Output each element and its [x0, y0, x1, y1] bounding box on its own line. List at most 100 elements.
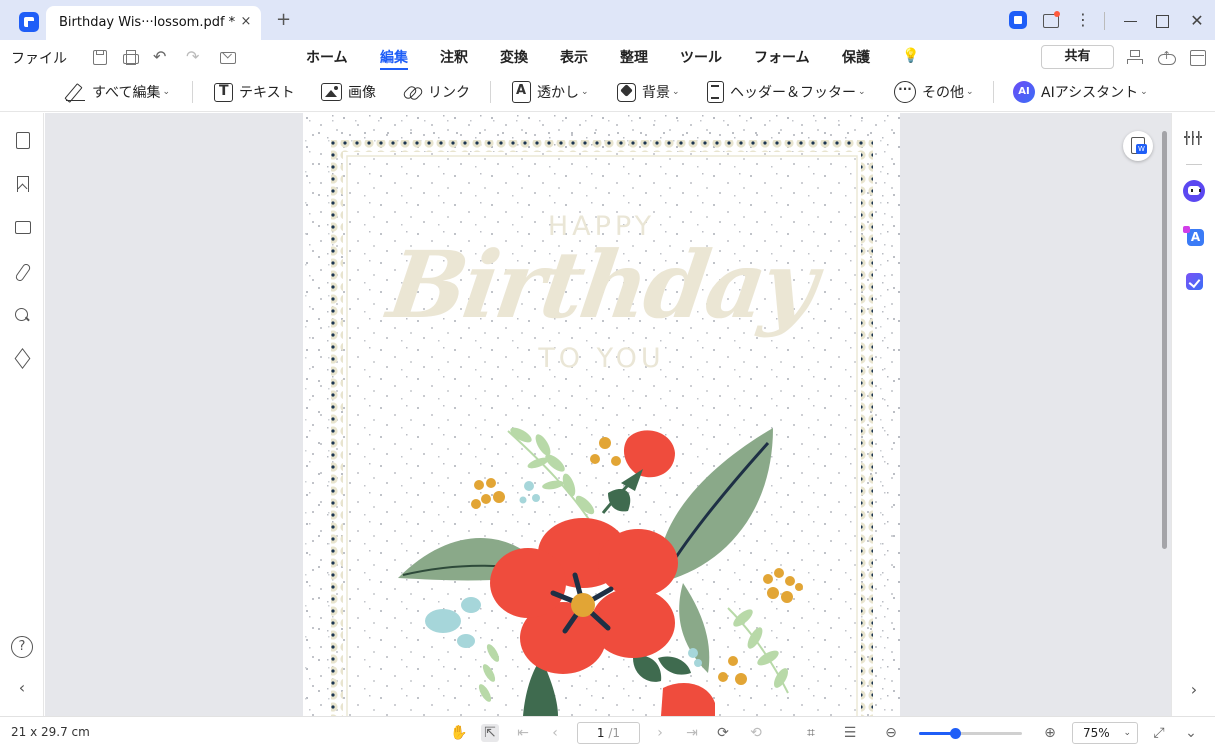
- last-page-icon[interactable]: ⇥: [683, 724, 701, 742]
- mail-icon[interactable]: [218, 48, 236, 66]
- fit-page-icon[interactable]: ⌗: [802, 724, 820, 742]
- more-options-icon[interactable]: ⌄: [1182, 724, 1200, 742]
- rotate-right-icon[interactable]: ⟲: [747, 724, 765, 742]
- convert-to-word-icon[interactable]: [1123, 131, 1153, 161]
- card-birthday-text[interactable]: Birthday: [303, 231, 900, 339]
- task-check-icon[interactable]: [1183, 270, 1205, 292]
- text-label: テキスト: [239, 85, 295, 101]
- zoom-out-icon[interactable]: ⊖: [882, 724, 900, 742]
- tab-form[interactable]: フォーム: [754, 47, 810, 67]
- edit-ribbon: すべて編集 ⌄ テキスト 画像 リンク 透かし ⌄ 背景 ⌄ ヘッダー＆フッター…: [0, 72, 1215, 112]
- chevron-down-icon: ⌄: [858, 87, 866, 97]
- zoom-slider-knob[interactable]: [950, 728, 962, 739]
- collapse-icon[interactable]: [1188, 48, 1206, 66]
- new-tab-icon[interactable]: +: [276, 10, 291, 30]
- attachment-icon[interactable]: [13, 263, 31, 281]
- document-canvas[interactable]: HAPPY Birthday TO YOU: [45, 113, 1171, 716]
- bulb-icon[interactable]: 💡: [902, 48, 919, 64]
- window-controls-divider: [1104, 12, 1105, 30]
- bookmark-icon[interactable]: [13, 175, 31, 193]
- undo-icon[interactable]: ↶: [153, 48, 171, 66]
- cloud-upload-icon[interactable]: [1157, 48, 1176, 66]
- active-tab-indicator: [380, 68, 408, 70]
- minimize-button[interactable]: [1120, 10, 1142, 32]
- next-page-icon[interactable]: ›: [651, 724, 669, 742]
- vertical-scrollbar[interactable]: [1162, 131, 1167, 549]
- ribbon-divider: [993, 81, 994, 103]
- maximize-button[interactable]: [1151, 10, 1173, 32]
- pdf-page[interactable]: HAPPY Birthday TO YOU: [303, 113, 900, 716]
- fullscreen-icon[interactable]: ⤢: [1150, 724, 1168, 742]
- rotate-icon[interactable]: ⟳: [714, 724, 732, 742]
- page-layout-icon[interactable]: ☰: [841, 724, 859, 742]
- tab-protect[interactable]: 保護: [842, 47, 870, 67]
- page-size-readout: 21 x 29.7 cm: [11, 725, 90, 739]
- zoom-value: 75%: [1083, 726, 1110, 740]
- link-icon: [402, 82, 422, 102]
- image-label: 画像: [348, 85, 376, 101]
- redo-icon[interactable]: ↷: [186, 48, 204, 66]
- chevron-right-icon[interactable]: ›: [1183, 679, 1205, 701]
- add-image-button[interactable]: 画像: [321, 79, 376, 105]
- text-icon: [214, 82, 233, 102]
- status-bar: 21 x 29.7 cm ✋ ⇱ ⇤ ‹ 1 /1 › ⇥ ⟳ ⟲ ⌗ ☰ ⊖ …: [0, 716, 1215, 747]
- layers-icon[interactable]: [13, 350, 31, 368]
- add-link-button[interactable]: リンク: [402, 79, 470, 105]
- tab-edit[interactable]: 編集: [380, 47, 408, 67]
- message-icon[interactable]: [1040, 10, 1062, 32]
- chevron-down-icon: ⌄: [966, 87, 974, 97]
- ribbon-divider: [490, 81, 491, 103]
- kebab-icon[interactable]: ⋮: [1072, 10, 1094, 32]
- zoom-in-icon[interactable]: ⊕: [1041, 724, 1059, 742]
- zoom-slider[interactable]: [919, 728, 1022, 739]
- edit-all-icon: [66, 82, 86, 102]
- close-button[interactable]: ✕: [1186, 10, 1208, 32]
- previous-page-icon[interactable]: ‹: [546, 724, 564, 742]
- card-to-you-text[interactable]: TO YOU: [303, 343, 900, 374]
- tab-close-icon[interactable]: ×: [239, 15, 253, 29]
- tab-annotate[interactable]: 注釈: [440, 47, 468, 67]
- chevron-left-icon[interactable]: ‹: [13, 679, 31, 697]
- more-button[interactable]: ··· その他 ⌄: [894, 79, 974, 105]
- hand-tool-icon[interactable]: ✋: [450, 724, 468, 742]
- more-icon: ···: [894, 81, 916, 103]
- document-tab[interactable]: Birthday Wis···lossom.pdf * ×: [46, 6, 261, 40]
- tab-view[interactable]: 表示: [560, 47, 588, 67]
- page-number-input[interactable]: 1 /1: [577, 722, 640, 744]
- search-icon[interactable]: [13, 306, 31, 324]
- image-icon: [321, 83, 342, 101]
- page-thumbnails-icon[interactable]: [13, 131, 31, 149]
- tab-convert[interactable]: 変換: [500, 47, 528, 67]
- total-pages: /1: [608, 726, 621, 740]
- title-bar: Birthday Wis···lossom.pdf * × + ⋮ ✕: [0, 0, 1215, 40]
- zoom-select[interactable]: 75% ⌄: [1072, 722, 1138, 744]
- document-tab-title: Birthday Wis···lossom.pdf *: [59, 15, 236, 30]
- tab-home[interactable]: ホーム: [306, 47, 348, 67]
- file-menu[interactable]: ファイル: [11, 48, 67, 68]
- watermark-icon: [512, 81, 531, 103]
- print-icon[interactable]: [121, 48, 139, 66]
- ai-assistant-button[interactable]: AI AIアシスタント ⌄: [1013, 79, 1148, 105]
- chevron-down-icon: ⌄: [162, 87, 171, 97]
- org-icon[interactable]: [1125, 48, 1143, 66]
- comment-icon[interactable]: [13, 219, 31, 237]
- header-footer-icon: [707, 81, 724, 103]
- translate-icon[interactable]: [1183, 226, 1205, 248]
- ai-robot-icon[interactable]: [1183, 180, 1205, 202]
- save-icon[interactable]: [90, 48, 108, 66]
- share-button[interactable]: 共有: [1041, 45, 1114, 69]
- watermark-button[interactable]: 透かし ⌄: [512, 79, 589, 105]
- header-footer-button[interactable]: ヘッダー＆フッター ⌄: [707, 79, 866, 105]
- tab-tools[interactable]: ツール: [680, 47, 722, 67]
- background-button[interactable]: 背景 ⌄: [617, 79, 680, 105]
- chevron-down-icon: ⌄: [1123, 728, 1131, 738]
- help-icon[interactable]: ?: [11, 636, 33, 658]
- first-page-icon[interactable]: ⇤: [514, 724, 532, 742]
- add-text-button[interactable]: テキスト: [214, 79, 295, 105]
- pdf-icon[interactable]: [1008, 10, 1030, 32]
- tab-organize[interactable]: 整理: [620, 47, 648, 67]
- properties-icon[interactable]: [1183, 128, 1205, 150]
- select-tool-icon[interactable]: ⇱: [481, 724, 499, 742]
- edit-all-button[interactable]: すべて編集 ⌄: [66, 79, 170, 105]
- app-logo-icon[interactable]: [19, 12, 39, 32]
